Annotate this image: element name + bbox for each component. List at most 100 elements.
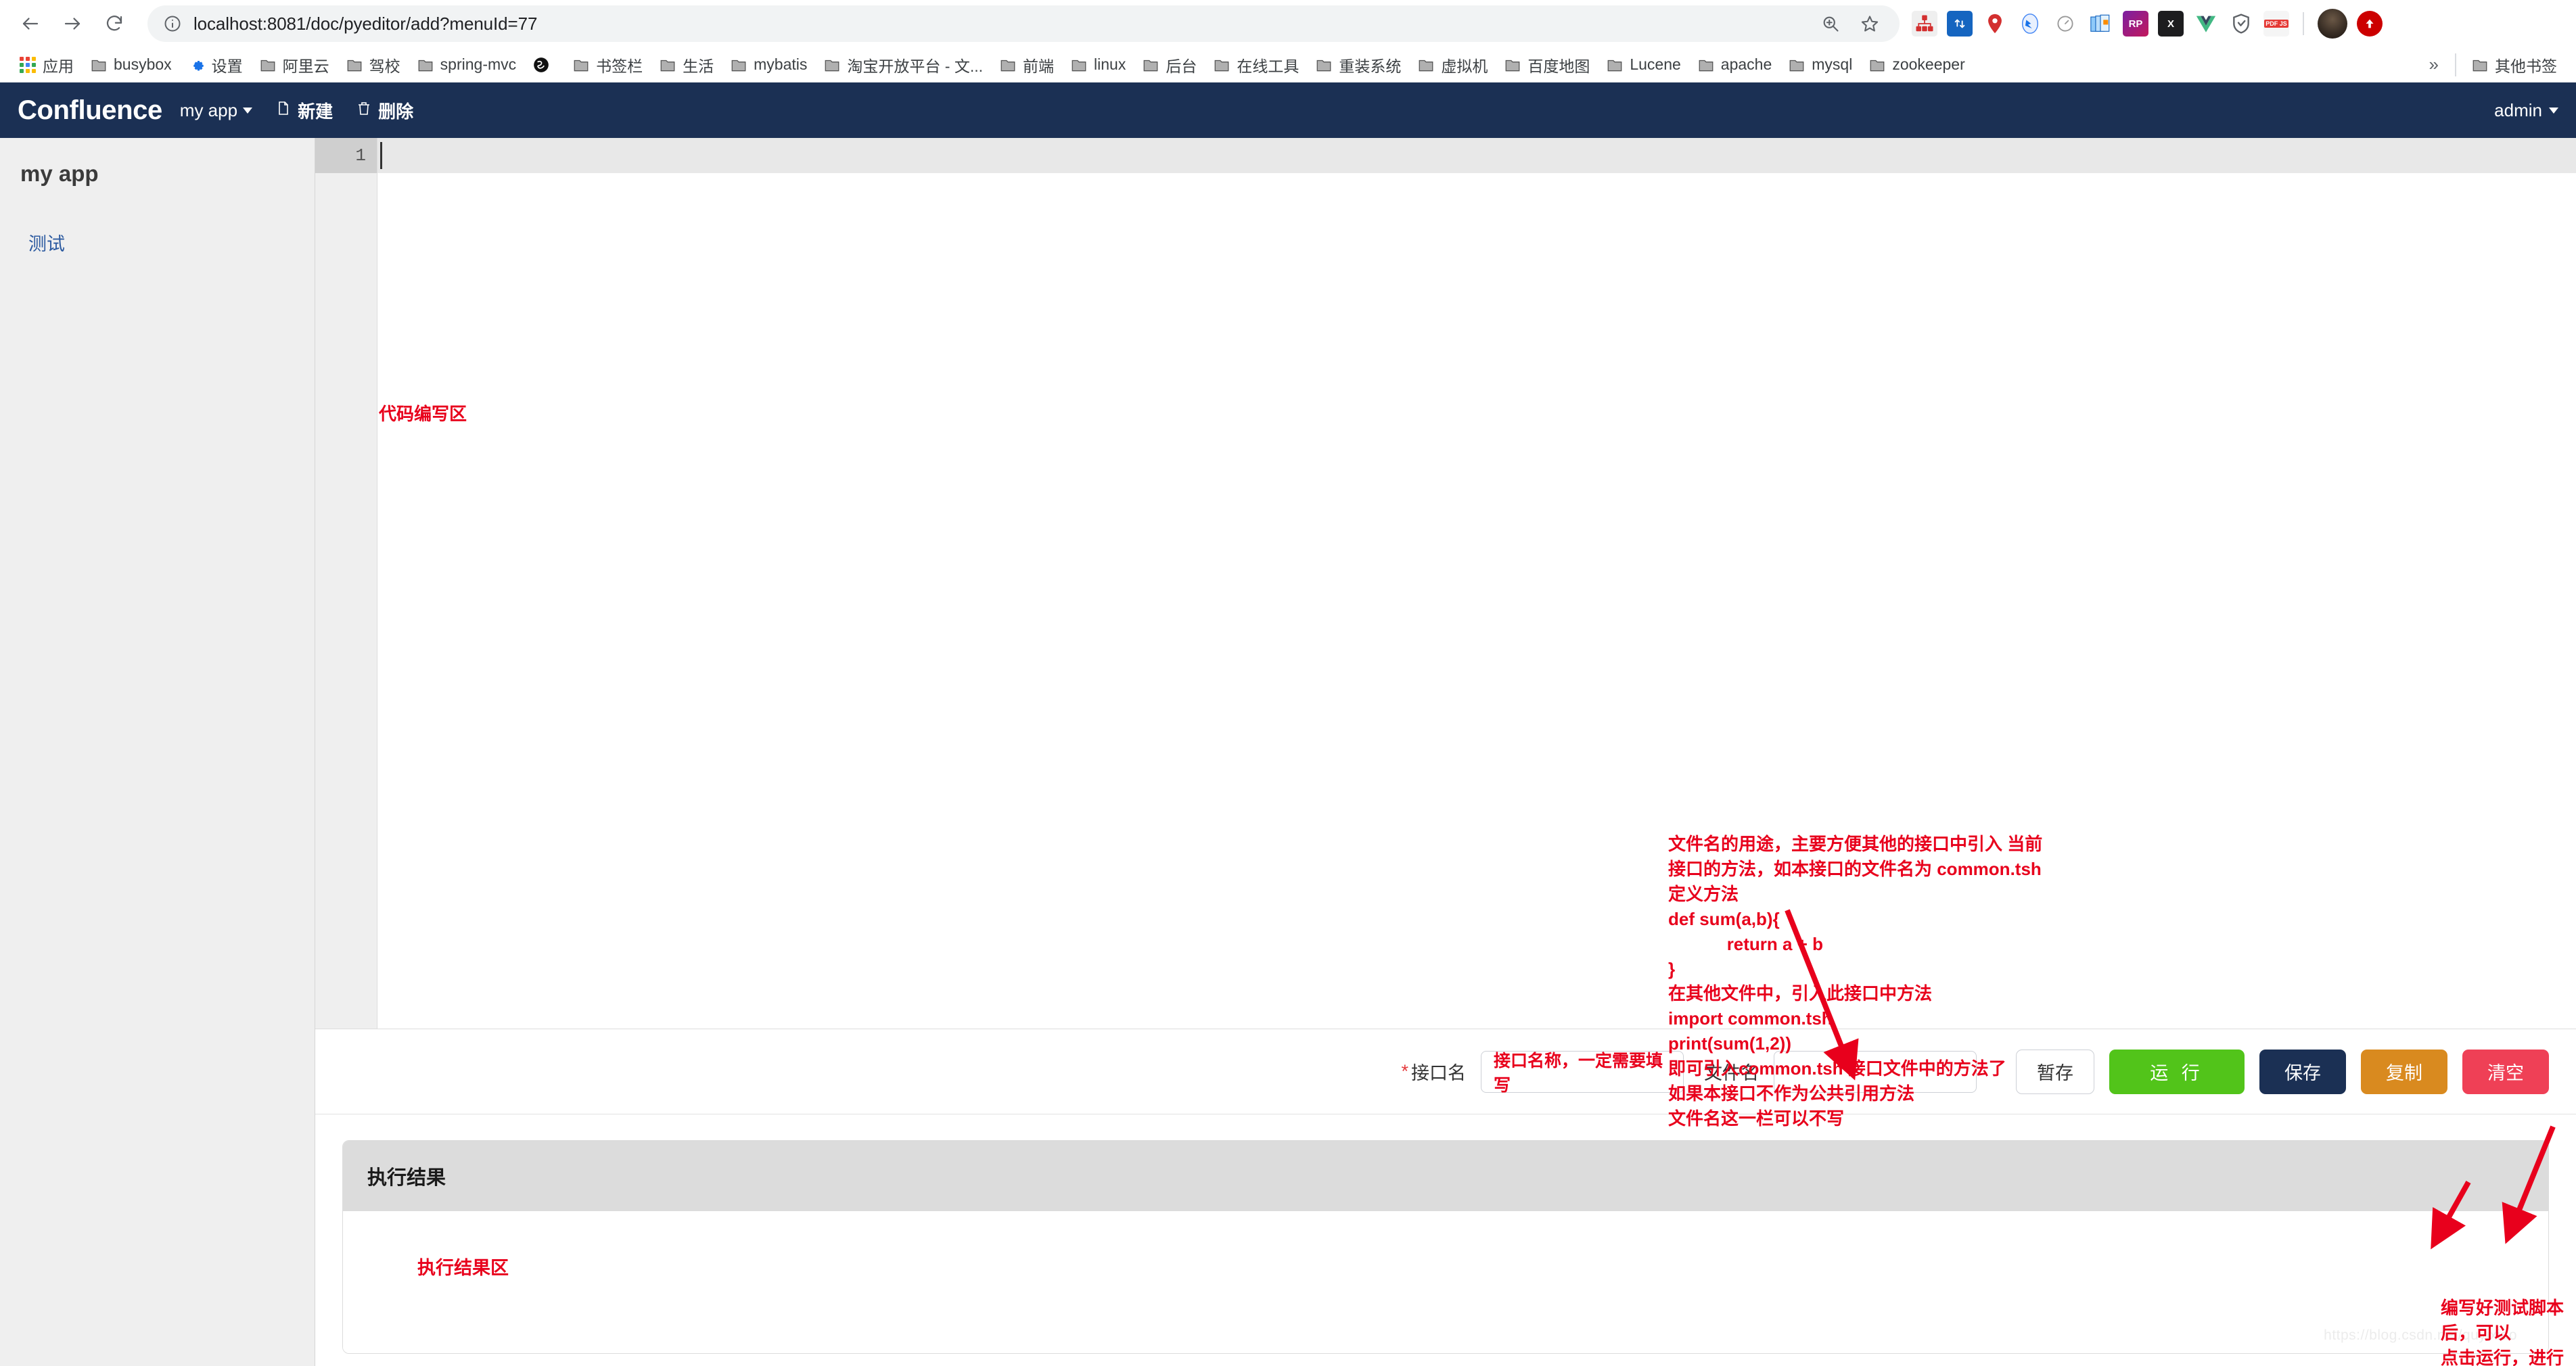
toolbar-divider <box>2303 12 2304 35</box>
back-icon[interactable] <box>9 3 51 45</box>
bookmark-aliyun[interactable]: 阿里云 <box>251 50 338 80</box>
interface-name-label: 接口名 <box>1411 1063 1466 1083</box>
site-info-icon[interactable] <box>158 9 187 38</box>
clear-button[interactable]: 清空 <box>2462 1049 2549 1094</box>
space-label: my app <box>179 99 238 120</box>
folder-icon <box>417 56 434 74</box>
execution-result-panel: 执行结果 执行结果区 https://blog.csdn.net/quyixia… <box>342 1140 2549 1354</box>
zoom-icon[interactable] <box>1816 9 1845 39</box>
window-stack-extension-icon[interactable] <box>2088 11 2113 37</box>
bookmark-driving-school[interactable]: 驾校 <box>338 50 409 80</box>
bookmark-online-tools[interactable]: 在线工具 <box>1205 50 1307 80</box>
browser-nav-bar: localhost:8081/doc/pyeditor/add?menuId=7… <box>0 0 2576 47</box>
ex-updown-extension-icon[interactable] <box>1947 11 1973 37</box>
space-selector[interactable]: my app <box>179 99 253 121</box>
bookmark-reinstall-system[interactable]: 重装系统 <box>1307 50 1409 80</box>
bookmark-apache[interactable]: apache <box>1689 52 1780 77</box>
bookmark-label: apache <box>1720 55 1772 73</box>
trash-icon <box>356 100 372 121</box>
user-menu-label: admin <box>2494 99 2542 120</box>
gear-icon <box>188 56 206 74</box>
bookmark-frontend[interactable]: 前端 <box>991 50 1062 80</box>
new-button[interactable]: 新建 <box>275 98 333 123</box>
sidebar-item-test[interactable]: 测试 <box>20 229 294 256</box>
sitemap-extension-icon[interactable] <box>1912 11 1937 37</box>
rp-extension-icon[interactable]: RP <box>2123 11 2148 37</box>
folder-icon <box>1070 56 1088 74</box>
chevron-down-icon <box>243 107 253 114</box>
speedometer-extension-icon[interactable] <box>2052 11 2078 37</box>
app-header: Confluence my app 新建 删除 admin <box>0 83 2576 138</box>
bookmark-spring-mvc[interactable]: spring-mvc <box>409 52 524 77</box>
text-caret <box>380 142 382 169</box>
bookmark-backend[interactable]: 后台 <box>1134 50 1205 80</box>
bookmark-label: 前端 <box>1023 57 1055 75</box>
bird-extension-icon[interactable] <box>2017 11 2043 37</box>
x-extension-icon[interactable]: X <box>2158 11 2184 37</box>
save-button[interactable]: 保存 <box>2259 1049 2346 1094</box>
bookmark-settings[interactable]: 设置 <box>180 50 251 80</box>
folder-icon <box>90 56 108 74</box>
bookmark-label: 书签栏 <box>596 57 643 75</box>
bookmark-taobao-open[interactable]: 淘宝开放平台 - 文... <box>815 50 991 80</box>
folder-icon <box>730 56 748 74</box>
bookmark-star-icon[interactable] <box>1855 9 1885 39</box>
interface-name-input[interactable]: 接口名称，一定需要填写 <box>1481 1050 1684 1095</box>
shield-extension-icon[interactable] <box>2228 11 2254 37</box>
bookmark-busybox[interactable]: busybox <box>82 52 180 77</box>
folder-icon <box>1417 56 1435 74</box>
location-pin-extension-icon[interactable] <box>1982 11 2008 37</box>
bookmark-label: 驾校 <box>369 57 400 75</box>
bookmark-virtual-machine[interactable]: 虚拟机 <box>1409 50 1496 80</box>
sidebar-title: my app <box>20 161 99 186</box>
bookmark-mybatis[interactable]: mybatis <box>722 52 815 77</box>
bookmarks-overflow-icon[interactable]: » <box>2420 54 2448 75</box>
folder-icon <box>259 56 277 74</box>
bookmarks-bar: 应用 busybox 设置 阿里云 驾校 spring-mvc 书签栏 生活 m… <box>0 47 2576 83</box>
update-extension-icon[interactable] <box>2357 11 2383 37</box>
app-logo[interactable]: Confluence <box>18 95 162 126</box>
bookmark-linux[interactable]: linux <box>1062 52 1134 77</box>
address-bar-url[interactable]: localhost:8081/doc/pyeditor/add?menuId=7… <box>193 14 537 34</box>
bookmark-globe[interactable] <box>524 53 564 77</box>
pdfjs-extension-icon[interactable]: PDF JS <box>2263 11 2289 37</box>
execution-result-title: 执行结果 <box>343 1141 2548 1211</box>
bookmark-apps[interactable]: 应用 <box>11 50 82 80</box>
bookmark-other-bookmarks[interactable]: 其他书签 <box>2463 50 2565 80</box>
run-button[interactable]: 运 行 <box>2109 1049 2245 1094</box>
user-menu[interactable]: admin <box>2494 100 2558 121</box>
bookmark-label: 淘宝开放平台 - 文... <box>847 57 984 75</box>
profile-avatar[interactable] <box>2318 9 2347 39</box>
folder-icon <box>1213 56 1230 74</box>
page-body: my app 测试 1 * 接口名 接口名称，一定需要填写 文件名 暂存 运 行… <box>0 138 2576 1366</box>
bookmark-label: linux <box>1094 55 1126 73</box>
code-editor-textarea[interactable] <box>377 138 2576 1029</box>
bookmark-label: zookeeper <box>1892 55 1965 73</box>
annotation-result-area: 执行结果区 <box>417 1258 509 1278</box>
bookmark-label: 虚拟机 <box>1441 57 1488 75</box>
copy-button[interactable]: 复制 <box>2361 1049 2447 1094</box>
code-editor[interactable]: 1 <box>315 138 2576 1029</box>
folder-icon <box>1697 56 1715 74</box>
bookmark-zookeeper[interactable]: zookeeper <box>1860 52 1973 77</box>
bookmark-label: spring-mvc <box>440 55 517 73</box>
reload-icon[interactable] <box>93 3 135 45</box>
bookmark-lucene[interactable]: Lucene <box>1598 52 1688 77</box>
address-bar[interactable]: localhost:8081/doc/pyeditor/add?menuId=7… <box>147 5 1900 42</box>
forward-icon[interactable] <box>51 3 93 45</box>
vue-devtools-extension-icon[interactable] <box>2193 11 2219 37</box>
bookmark-baidu-map[interactable]: 百度地图 <box>1496 50 1598 80</box>
delete-button[interactable]: 删除 <box>356 98 413 123</box>
bookmarks-divider <box>2455 53 2456 76</box>
folder-icon <box>572 56 590 74</box>
bookmark-label: 阿里云 <box>282 57 329 75</box>
bookmark-life[interactable]: 生活 <box>651 50 722 80</box>
required-marker: * <box>1401 1061 1408 1081</box>
bookmark-label: 后台 <box>1166 57 1197 75</box>
globe-icon <box>532 56 550 74</box>
bookmark-bookmarkbar[interactable]: 书签栏 <box>564 50 651 80</box>
chevron-down-icon <box>2549 107 2558 114</box>
folder-icon <box>1788 56 1806 74</box>
bookmark-mysql[interactable]: mysql <box>1780 52 1860 77</box>
editor-gutter: 1 <box>315 138 377 1029</box>
